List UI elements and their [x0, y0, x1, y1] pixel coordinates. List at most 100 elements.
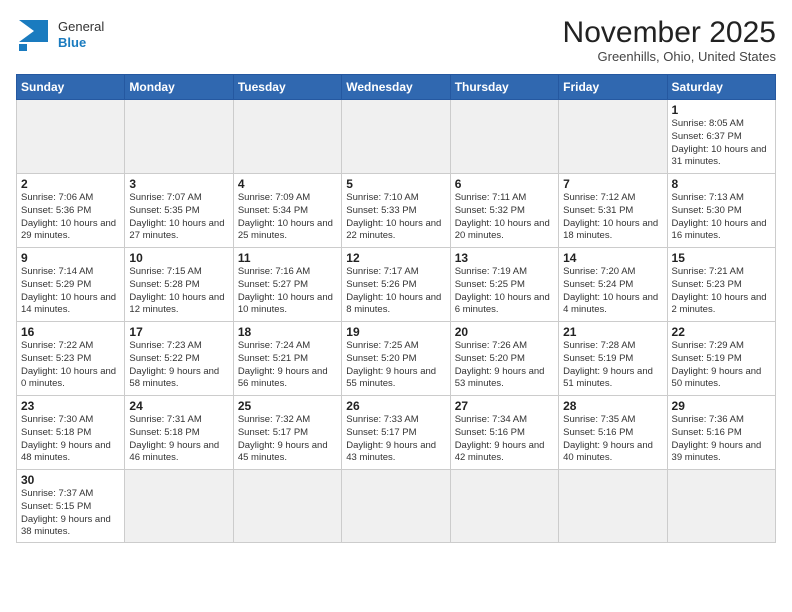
- calendar-day-cell: 8Sunrise: 7:13 AM Sunset: 5:30 PM Daylig…: [667, 174, 775, 248]
- calendar-day-cell: 4Sunrise: 7:09 AM Sunset: 5:34 PM Daylig…: [233, 174, 341, 248]
- calendar-day-cell: 27Sunrise: 7:34 AM Sunset: 5:16 PM Dayli…: [450, 396, 558, 470]
- day-info: Sunrise: 7:11 AM Sunset: 5:32 PM Dayligh…: [455, 192, 554, 243]
- day-number: 13: [455, 251, 554, 265]
- calendar-day-cell: 3Sunrise: 7:07 AM Sunset: 5:35 PM Daylig…: [125, 174, 233, 248]
- logo-blue-text: Blue: [58, 35, 104, 51]
- day-number: 10: [129, 251, 228, 265]
- calendar-day-cell: 28Sunrise: 7:35 AM Sunset: 5:16 PM Dayli…: [559, 396, 667, 470]
- col-saturday: Saturday: [667, 75, 775, 100]
- header: GeneralBlue November 2025 Greenhills, Oh…: [16, 16, 776, 64]
- day-number: 18: [238, 325, 337, 339]
- calendar-day-cell: 20Sunrise: 7:26 AM Sunset: 5:20 PM Dayli…: [450, 322, 558, 396]
- calendar-day-cell: [125, 100, 233, 174]
- day-number: 1: [672, 103, 771, 117]
- col-tuesday: Tuesday: [233, 75, 341, 100]
- calendar-day-cell: 12Sunrise: 7:17 AM Sunset: 5:26 PM Dayli…: [342, 248, 450, 322]
- calendar-day-cell: 7Sunrise: 7:12 AM Sunset: 5:31 PM Daylig…: [559, 174, 667, 248]
- day-info: Sunrise: 7:34 AM Sunset: 5:16 PM Dayligh…: [455, 414, 554, 465]
- day-number: 30: [21, 473, 120, 487]
- calendar-day-cell: 16Sunrise: 7:22 AM Sunset: 5:23 PM Dayli…: [17, 322, 125, 396]
- day-number: 11: [238, 251, 337, 265]
- calendar-day-cell: [667, 470, 775, 543]
- day-number: 17: [129, 325, 228, 339]
- title-block: November 2025 Greenhills, Ohio, United S…: [563, 16, 776, 64]
- day-info: Sunrise: 7:31 AM Sunset: 5:18 PM Dayligh…: [129, 414, 228, 465]
- day-number: 3: [129, 177, 228, 191]
- calendar-day-cell: 9Sunrise: 7:14 AM Sunset: 5:29 PM Daylig…: [17, 248, 125, 322]
- calendar-day-cell: [233, 470, 341, 543]
- calendar-day-cell: [342, 100, 450, 174]
- calendar-day-cell: [233, 100, 341, 174]
- day-info: Sunrise: 7:37 AM Sunset: 5:15 PM Dayligh…: [21, 488, 120, 539]
- day-info: Sunrise: 7:12 AM Sunset: 5:31 PM Dayligh…: [563, 192, 662, 243]
- month-title: November 2025: [563, 16, 776, 49]
- day-info: Sunrise: 7:28 AM Sunset: 5:19 PM Dayligh…: [563, 340, 662, 391]
- calendar-day-cell: 15Sunrise: 7:21 AM Sunset: 5:23 PM Dayli…: [667, 248, 775, 322]
- day-info: Sunrise: 7:23 AM Sunset: 5:22 PM Dayligh…: [129, 340, 228, 391]
- calendar-day-cell: 24Sunrise: 7:31 AM Sunset: 5:18 PM Dayli…: [125, 396, 233, 470]
- calendar-header-row: Sunday Monday Tuesday Wednesday Thursday…: [17, 75, 776, 100]
- calendar-day-cell: 10Sunrise: 7:15 AM Sunset: 5:28 PM Dayli…: [125, 248, 233, 322]
- calendar-day-cell: [559, 470, 667, 543]
- calendar-day-cell: 23Sunrise: 7:30 AM Sunset: 5:18 PM Dayli…: [17, 396, 125, 470]
- col-friday: Friday: [559, 75, 667, 100]
- day-info: Sunrise: 7:20 AM Sunset: 5:24 PM Dayligh…: [563, 266, 662, 317]
- calendar-day-cell: 29Sunrise: 7:36 AM Sunset: 5:16 PM Dayli…: [667, 396, 775, 470]
- calendar-day-cell: 22Sunrise: 7:29 AM Sunset: 5:19 PM Dayli…: [667, 322, 775, 396]
- calendar-day-cell: 6Sunrise: 7:11 AM Sunset: 5:32 PM Daylig…: [450, 174, 558, 248]
- day-number: 20: [455, 325, 554, 339]
- calendar-week-row: 23Sunrise: 7:30 AM Sunset: 5:18 PM Dayli…: [17, 396, 776, 470]
- calendar-day-cell: 13Sunrise: 7:19 AM Sunset: 5:25 PM Dayli…: [450, 248, 558, 322]
- day-info: Sunrise: 7:13 AM Sunset: 5:30 PM Dayligh…: [672, 192, 771, 243]
- calendar-day-cell: [342, 470, 450, 543]
- calendar-day-cell: 30Sunrise: 7:37 AM Sunset: 5:15 PM Dayli…: [17, 470, 125, 543]
- day-number: 15: [672, 251, 771, 265]
- logo: GeneralBlue: [16, 16, 104, 54]
- day-info: Sunrise: 7:24 AM Sunset: 5:21 PM Dayligh…: [238, 340, 337, 391]
- day-info: Sunrise: 8:05 AM Sunset: 6:37 PM Dayligh…: [672, 118, 771, 169]
- calendar-day-cell: 26Sunrise: 7:33 AM Sunset: 5:17 PM Dayli…: [342, 396, 450, 470]
- calendar-day-cell: [125, 470, 233, 543]
- day-info: Sunrise: 7:33 AM Sunset: 5:17 PM Dayligh…: [346, 414, 445, 465]
- col-sunday: Sunday: [17, 75, 125, 100]
- col-wednesday: Wednesday: [342, 75, 450, 100]
- day-info: Sunrise: 7:17 AM Sunset: 5:26 PM Dayligh…: [346, 266, 445, 317]
- day-number: 16: [21, 325, 120, 339]
- calendar-week-row: 30Sunrise: 7:37 AM Sunset: 5:15 PM Dayli…: [17, 470, 776, 543]
- day-info: Sunrise: 7:16 AM Sunset: 5:27 PM Dayligh…: [238, 266, 337, 317]
- col-monday: Monday: [125, 75, 233, 100]
- day-info: Sunrise: 7:09 AM Sunset: 5:34 PM Dayligh…: [238, 192, 337, 243]
- day-number: 21: [563, 325, 662, 339]
- day-info: Sunrise: 7:32 AM Sunset: 5:17 PM Dayligh…: [238, 414, 337, 465]
- calendar-day-cell: 19Sunrise: 7:25 AM Sunset: 5:20 PM Dayli…: [342, 322, 450, 396]
- day-number: 27: [455, 399, 554, 413]
- day-info: Sunrise: 7:07 AM Sunset: 5:35 PM Dayligh…: [129, 192, 228, 243]
- logo-general-text: General: [58, 19, 104, 35]
- day-info: Sunrise: 7:25 AM Sunset: 5:20 PM Dayligh…: [346, 340, 445, 391]
- general-blue-logo-icon: [16, 16, 54, 54]
- page: GeneralBlue November 2025 Greenhills, Oh…: [0, 0, 792, 553]
- day-info: Sunrise: 7:30 AM Sunset: 5:18 PM Dayligh…: [21, 414, 120, 465]
- calendar-day-cell: 25Sunrise: 7:32 AM Sunset: 5:17 PM Dayli…: [233, 396, 341, 470]
- day-number: 24: [129, 399, 228, 413]
- day-info: Sunrise: 7:06 AM Sunset: 5:36 PM Dayligh…: [21, 192, 120, 243]
- calendar-day-cell: 1Sunrise: 8:05 AM Sunset: 6:37 PM Daylig…: [667, 100, 775, 174]
- day-info: Sunrise: 7:29 AM Sunset: 5:19 PM Dayligh…: [672, 340, 771, 391]
- calendar-day-cell: [450, 470, 558, 543]
- day-number: 26: [346, 399, 445, 413]
- day-info: Sunrise: 7:15 AM Sunset: 5:28 PM Dayligh…: [129, 266, 228, 317]
- calendar-week-row: 1Sunrise: 8:05 AM Sunset: 6:37 PM Daylig…: [17, 100, 776, 174]
- location: Greenhills, Ohio, United States: [563, 49, 776, 64]
- day-number: 28: [563, 399, 662, 413]
- calendar-day-cell: [17, 100, 125, 174]
- calendar-week-row: 16Sunrise: 7:22 AM Sunset: 5:23 PM Dayli…: [17, 322, 776, 396]
- day-number: 14: [563, 251, 662, 265]
- day-number: 19: [346, 325, 445, 339]
- day-number: 12: [346, 251, 445, 265]
- calendar-week-row: 2Sunrise: 7:06 AM Sunset: 5:36 PM Daylig…: [17, 174, 776, 248]
- day-info: Sunrise: 7:21 AM Sunset: 5:23 PM Dayligh…: [672, 266, 771, 317]
- calendar-week-row: 9Sunrise: 7:14 AM Sunset: 5:29 PM Daylig…: [17, 248, 776, 322]
- day-info: Sunrise: 7:14 AM Sunset: 5:29 PM Dayligh…: [21, 266, 120, 317]
- day-info: Sunrise: 7:10 AM Sunset: 5:33 PM Dayligh…: [346, 192, 445, 243]
- day-number: 5: [346, 177, 445, 191]
